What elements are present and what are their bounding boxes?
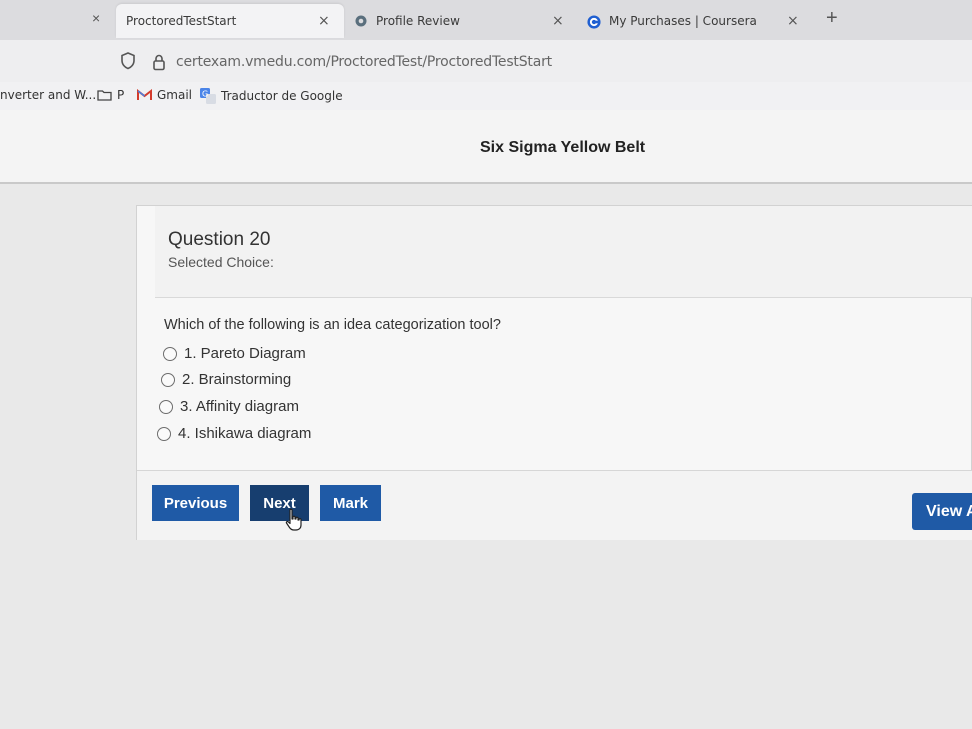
question-text: Which of the following is an idea catego…	[164, 317, 501, 333]
previous-button[interactable]: Previous	[152, 485, 239, 521]
new-tab-icon[interactable]: +	[826, 7, 838, 30]
option-label: 1. Pareto Diagram	[184, 345, 306, 362]
url-input[interactable]: certexam.vmedu.com/ProctoredTest/Proctor…	[144, 46, 972, 78]
shield-icon[interactable]	[120, 52, 136, 75]
bookmark-label: Gmail	[157, 88, 193, 102]
url-text: certexam.vmedu.com/ProctoredTest/Proctor…	[176, 54, 552, 70]
bookmark-folder-p[interactable]: P	[97, 88, 124, 102]
google-translate-icon: G	[200, 88, 216, 104]
option-label: 3. Affinity diagram	[180, 398, 299, 415]
tab-proctored-test[interactable]: ProctoredTestStart ×	[116, 4, 344, 38]
tab-profile-review[interactable]: Profile Review ×	[354, 4, 570, 38]
exam-title: Six Sigma Yellow Belt	[480, 139, 646, 156]
bookmark-label: P	[117, 88, 125, 102]
radio-button[interactable]	[163, 346, 177, 361]
folder-icon	[97, 90, 112, 101]
option-label: 2. Brainstorming	[182, 371, 292, 388]
navigation-bar: Previous Next Mark	[137, 470, 972, 540]
bookmark-label: nverter and W...	[0, 88, 97, 102]
view-all-button[interactable]: View A	[912, 493, 972, 530]
close-icon[interactable]: ×	[318, 13, 330, 29]
radio-button[interactable]	[157, 426, 171, 441]
address-bar-row: certexam.vmedu.com/ProctoredTest/Proctor…	[0, 40, 972, 82]
bookmark-gmail[interactable]: Gmail	[137, 88, 192, 102]
answer-option-4[interactable]: 4. Ishikawa diagram	[157, 425, 311, 442]
answer-option-1[interactable]: 1. Pareto Diagram	[163, 345, 306, 362]
svg-text:G: G	[202, 90, 208, 99]
answer-option-2[interactable]: 2. Brainstorming	[161, 371, 291, 388]
profile-favicon-icon	[354, 14, 368, 28]
coursera-icon	[587, 14, 601, 29]
tab-coursera[interactable]: My Purchases | Coursera ×	[587, 4, 803, 38]
bookmark-converter[interactable]: nverter and W...	[0, 88, 96, 102]
radio-button[interactable]	[161, 372, 175, 387]
browser-tab-bar: × ProctoredTestStart × Profile Review × …	[0, 0, 972, 40]
selected-choice-label: Selected Choice:	[168, 254, 274, 270]
tab-label: My Purchases | Coursera	[609, 14, 757, 28]
bookmark-label: Traductor de Google	[221, 89, 343, 103]
bookmarks-bar: nverter and W... P Gmail G Traductor de …	[0, 82, 972, 110]
close-icon[interactable]: ×	[552, 13, 564, 29]
tab-label: ProctoredTestStart	[126, 14, 237, 28]
tab-close-icon[interactable]: ×	[92, 10, 100, 26]
question-card: Question 20 Selected Choice: Which of th…	[136, 205, 972, 540]
lock-icon[interactable]	[152, 54, 166, 71]
mark-button[interactable]: Mark	[320, 485, 381, 521]
option-label: 4. Ishikawa diagram	[178, 425, 312, 442]
close-icon[interactable]: ×	[787, 13, 799, 29]
hand-cursor-icon	[285, 508, 302, 531]
bookmark-google-translate[interactable]: G Traductor de Google	[200, 88, 343, 104]
exam-header: Six Sigma Yellow Belt	[0, 110, 972, 184]
tab-label: Profile Review	[376, 14, 460, 28]
question-number: Question 20	[168, 229, 271, 250]
question-header: Question 20 Selected Choice:	[155, 206, 972, 298]
answer-option-3[interactable]: 3. Affinity diagram	[159, 398, 299, 415]
radio-button[interactable]	[159, 399, 173, 414]
gmail-icon	[137, 89, 152, 100]
